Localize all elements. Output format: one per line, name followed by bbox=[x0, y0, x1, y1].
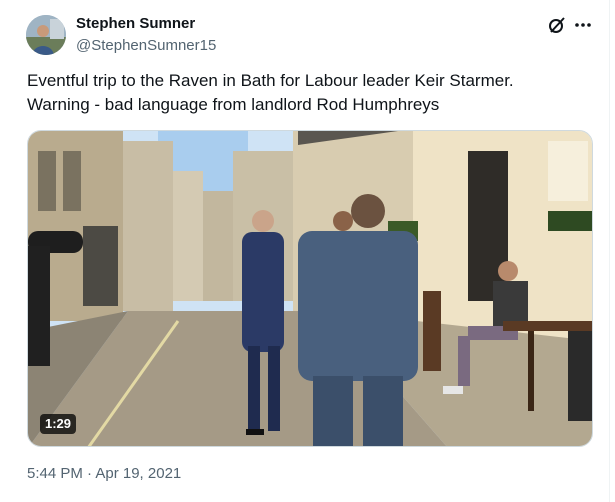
author-display-name[interactable]: Stephen Sumner bbox=[76, 15, 195, 32]
author-handle[interactable]: @StephenSumner15 bbox=[76, 37, 216, 54]
user-avatar-icon bbox=[26, 15, 66, 55]
grok-icon[interactable] bbox=[546, 14, 568, 36]
more-dots-icon[interactable] bbox=[572, 14, 594, 36]
avatar[interactable] bbox=[26, 15, 66, 55]
tweet-timestamp[interactable]: 5:44 PM · Apr 19, 2021 bbox=[27, 465, 181, 482]
tweet-text: Eventful trip to the Raven in Bath for L… bbox=[27, 69, 587, 117]
tweet-text-line: Eventful trip to the Raven in Bath for L… bbox=[27, 71, 514, 90]
video-duration-badge: 1:29 bbox=[40, 414, 77, 434]
tweet-card: Stephen Sumner @StephenSumner15 Eventful… bbox=[0, 0, 610, 502]
tweet-text-line: Warning - bad language from landlord Rod… bbox=[27, 95, 440, 114]
video-player[interactable] bbox=[27, 130, 593, 447]
video-thumbnail bbox=[28, 131, 592, 446]
